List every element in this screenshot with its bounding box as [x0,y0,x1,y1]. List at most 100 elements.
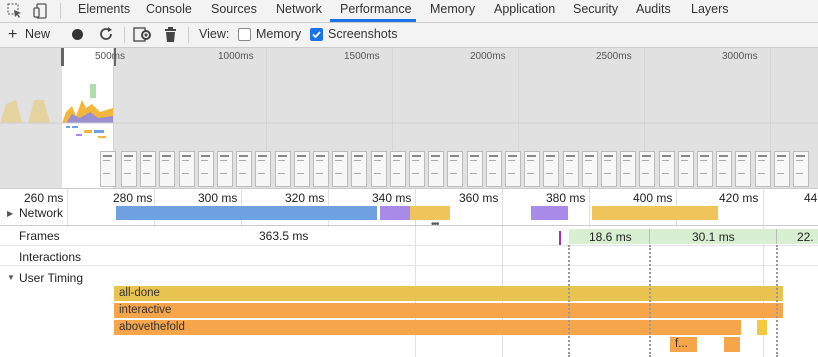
frame-duration-label: 30.1 ms [692,230,735,244]
memory-checkbox-label[interactable]: Memory [256,27,301,41]
screenshot-thumbnail[interactable] [198,151,214,187]
screenshot-thumbnail[interactable] [255,151,271,187]
screenshot-thumbnail[interactable] [332,151,348,187]
tab-security[interactable]: Security [573,0,618,23]
screenshot-thumbnail[interactable] [428,151,444,187]
tab-sources[interactable]: Sources [211,0,257,23]
screenshot-thumbnail[interactable] [100,151,116,187]
screenshot-thumbnail[interactable] [697,151,713,187]
screenshot-thumbnail[interactable] [159,151,175,187]
splitter-grip-icon[interactable]: ••• [431,219,439,230]
frame-block[interactable]: 18.6 ms [569,229,650,244]
overview-tick-label: 2000ms [470,51,506,62]
ruler-label: 44 [804,191,818,205]
overview-tick-label: 2500ms [596,51,632,62]
screenshot-thumbnail[interactable] [735,151,751,187]
user-timing-expand-arrow-icon[interactable]: ▼ [7,273,15,282]
frame-boundary-line [649,245,651,357]
screenshot-thumbnail[interactable] [447,151,463,187]
devtools-tab-bar: Elements Console Sources Network Perform… [0,0,818,23]
screenshot-thumbnail[interactable] [774,151,790,187]
ruler-label: 360 ms [459,191,499,205]
screenshot-thumbnail[interactable] [563,151,579,187]
screenshot-thumbnail[interactable] [639,151,655,187]
screenshot-thumbnail[interactable] [467,151,483,187]
screenshot-thumbnail[interactable] [236,151,252,187]
network-track-label[interactable]: Network [19,206,63,220]
trash-icon[interactable] [164,27,177,45]
screenshot-thumbnail[interactable] [390,151,406,187]
user-timing-bar[interactable] [757,320,767,335]
screenshot-thumbnail[interactable] [179,151,195,187]
screenshots-checkbox[interactable] [310,28,323,41]
screenshot-thumbnail[interactable] [543,151,559,187]
ruler-label: 380 ms [546,191,586,205]
device-toolbar-icon[interactable] [33,3,49,22]
screenshot-thumbnail[interactable] [659,151,675,187]
ruler-label: 320 ms [285,191,325,205]
network-request-bar[interactable] [531,206,568,220]
tab-elements[interactable]: Elements [78,0,130,23]
frame-block[interactable]: 30.1 ms [650,229,777,244]
frame-duration-label[interactable]: 363.5 ms [259,229,308,243]
reload-record-icon[interactable] [98,26,114,45]
user-timing-bar[interactable]: abovethefold [114,320,741,335]
timeline-overview[interactable]: 500ms 1000ms 1500ms 2000ms 2500ms 3000ms [0,48,818,189]
record-icon[interactable] [72,29,83,40]
screenshot-thumbnail[interactable] [601,151,617,187]
new-label: New [25,27,51,41]
ruler-label: 300 ms [198,191,238,205]
screenshot-thumbnail[interactable] [716,151,732,187]
active-tab-indicator [330,19,416,22]
screenshot-thumbnail[interactable] [582,151,598,187]
screenshot-thumbnail[interactable] [313,151,329,187]
user-timing-bar[interactable]: all-done [114,286,783,301]
capture-settings-icon[interactable] [133,26,153,46]
ruler-label: 420 ms [719,191,759,205]
checkmark-icon [312,31,321,39]
screenshot-thumbnail[interactable] [409,151,425,187]
user-timing-track-label[interactable]: User Timing [19,271,83,285]
row-divider [0,265,818,266]
overview-left-handle[interactable] [61,48,64,66]
tab-audits[interactable]: Audits [636,0,671,23]
tab-layers[interactable]: Layers [691,0,729,23]
screenshot-thumbnail[interactable] [275,151,291,187]
network-request-bar[interactable] [116,206,377,220]
screenshot-thumbnail[interactable] [505,151,521,187]
screenshot-thumbnail[interactable] [294,151,310,187]
screenshot-thumbnail[interactable] [351,151,367,187]
inspect-element-icon[interactable] [7,3,23,22]
screenshot-thumbnail[interactable] [371,151,387,187]
user-timing-bar[interactable]: interactive [114,303,783,318]
overview-tick-label: 500ms [95,51,126,62]
plus-icon: + [8,26,18,43]
screenshot-thumbnail[interactable] [486,151,502,187]
tab-application[interactable]: Application [494,0,555,23]
screenshot-thumbnail[interactable] [755,151,771,187]
user-timing-bar[interactable] [724,337,740,352]
screenshot-thumbnail[interactable] [620,151,636,187]
network-expand-arrow-icon[interactable]: ▶ [7,209,13,218]
tab-memory[interactable]: Memory [430,0,475,23]
tab-network[interactable]: Network [276,0,322,23]
network-request-bar[interactable] [592,206,718,220]
screenshot-thumbnail[interactable] [678,151,694,187]
gridline [67,189,68,227]
network-request-bar[interactable] [410,206,450,220]
frames-track-label: Frames [19,229,60,243]
screenshot-thumbnail[interactable] [217,151,233,187]
screenshot-thumbnail[interactable] [793,151,809,187]
frame-marker [559,231,561,245]
tab-console[interactable]: Console [146,0,192,23]
panel-splitter[interactable] [0,225,818,226]
view-label: View: [199,27,230,41]
screenshot-thumbnail[interactable] [140,151,156,187]
user-timing-bar[interactable]: f... [670,337,697,352]
screenshot-thumbnail[interactable] [121,151,137,187]
memory-checkbox[interactable] [238,28,251,41]
screenshots-checkbox-label[interactable]: Screenshots [328,27,397,41]
screenshot-thumbnail[interactable] [524,151,540,187]
frame-block[interactable]: 22. [777,229,818,244]
network-request-bar[interactable] [380,206,410,220]
